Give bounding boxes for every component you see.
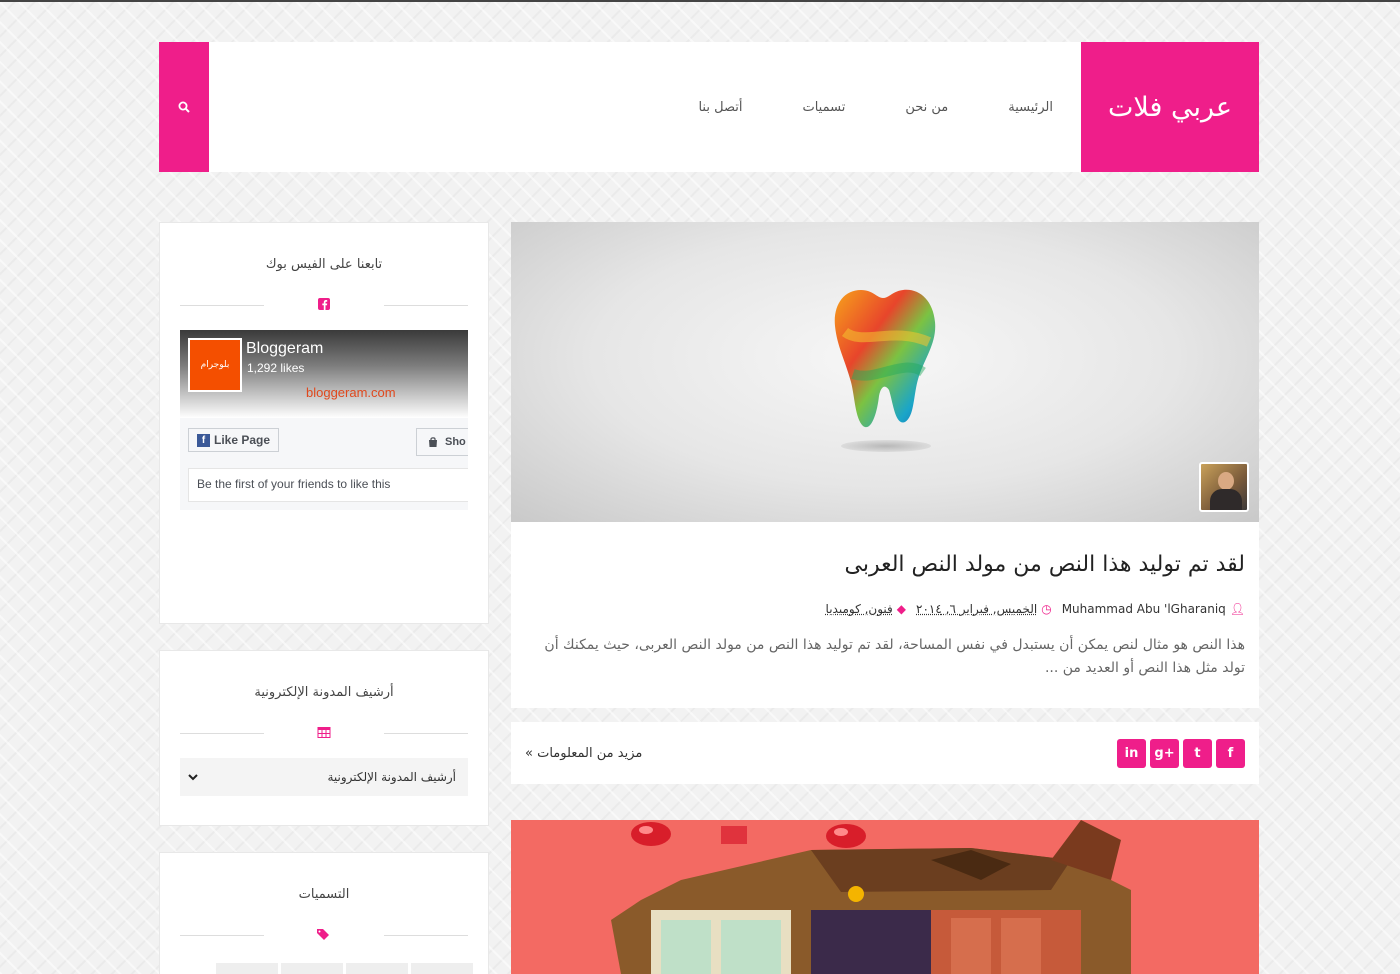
post-body: لقد تم توليد هذا النص من مولد النص العرب… — [511, 522, 1259, 708]
tooth-shadow — [841, 440, 931, 452]
read-more-link[interactable]: مزيد من المعلومات » — [525, 746, 642, 761]
tag-icon: ◆ — [896, 602, 907, 616]
post-labels[interactable]: فنون, كوميديا — [826, 602, 893, 616]
facebook-widget-title: تابعنا على الفيس بوك — [265, 257, 383, 272]
archive-widget: أرشيف المدونة الإلكترونية أرشيف المدونة … — [159, 650, 489, 826]
author-avatar[interactable] — [1199, 462, 1249, 512]
nav-labels[interactable]: تسميات — [802, 100, 845, 115]
clock-icon: ◷ — [1041, 602, 1052, 616]
post-author[interactable]: Muhammad Abu 'lGharaniq — [1062, 602, 1226, 616]
like-button-label: Like Page — [214, 433, 271, 447]
nav-home[interactable]: الرئيسية — [1008, 100, 1053, 115]
labels-widget: التسميات — [159, 852, 489, 974]
main-nav: الرئيسية من نحن تسميات أتصل بنا — [638, 42, 1081, 172]
label-cloud — [216, 963, 473, 974]
label-tag[interactable] — [216, 963, 278, 974]
nav-about[interactable]: من نحن — [905, 100, 948, 115]
facebook-like-button[interactable]: f Like Page — [188, 428, 280, 452]
facebook-widget: تابعنا على الفيس بوك بلوجرام Bloggeram 1… — [159, 222, 489, 624]
tooth-logo-icon — [834, 289, 936, 428]
calendar-icon — [317, 726, 331, 741]
site-logo[interactable]: عربي فلات — [1081, 42, 1259, 172]
post-card: لقد تم توليد هذا النص من مولد النص العرب… — [511, 222, 1259, 708]
facebook-friends-text: Be the first of your friends to like thi… — [188, 468, 468, 502]
widget-divider — [180, 726, 468, 740]
top-bar — [0, 0, 1400, 2]
vehicle-illustration — [611, 820, 1131, 974]
widget-divider — [180, 298, 468, 312]
site-header: الرئيسية من نحن تسميات أتصل بنا عربي فلا… — [159, 42, 1259, 172]
post-meta: 👤︎ Muhammad Abu 'lGharaniq ◷ الخميس, فبر… — [525, 602, 1245, 616]
facebook-shop-button[interactable]: Sho — [416, 428, 468, 456]
archive-widget-title: أرشيف المدونة الإلكترونية — [254, 685, 394, 700]
label-tag[interactable] — [411, 963, 473, 974]
widget-divider — [180, 928, 468, 942]
archive-select-value: أرشيف المدونة الإلكترونية — [327, 770, 456, 784]
archive-select[interactable]: أرشيف المدونة الإلكترونية — [180, 758, 468, 796]
nav-contact[interactable]: أتصل بنا — [698, 100, 742, 115]
tags-icon — [317, 928, 331, 943]
facebook-page-name[interactable]: Bloggeram — [246, 340, 323, 358]
post-excerpt: هذا النص هو مثال لنص يمكن أن يستبدل في ن… — [544, 637, 1245, 676]
label-tag[interactable] — [281, 963, 343, 974]
google-plus-icon[interactable]: g+ — [1150, 738, 1179, 768]
share-bar: مزيد من المعلومات » in g+ t f — [511, 722, 1259, 784]
facebook-page-plugin: بلوجرام Bloggeram 1,292 likes bloggeram.… — [180, 330, 468, 510]
facebook-square-icon — [318, 298, 330, 313]
linkedin-icon[interactable]: in — [1117, 738, 1146, 768]
post-thumbnail-2[interactable] — [511, 820, 1259, 974]
facebook-f-icon: f — [197, 433, 210, 447]
post-title[interactable]: لقد تم توليد هذا النص من مولد النص العرب… — [525, 550, 1245, 580]
post-thumbnail[interactable] — [511, 222, 1259, 522]
search-button[interactable] — [159, 42, 209, 172]
facebook-page-logo[interactable]: بلوجرام — [188, 338, 242, 392]
post-date[interactable]: الخميس, فبراير ٦, ٢٠١٤ — [916, 602, 1037, 616]
user-icon: 👤︎ — [1229, 602, 1245, 616]
chevron-down-icon — [188, 770, 198, 784]
facebook-likes-count: 1,292 likes — [247, 361, 305, 375]
facebook-page-url: bloggeram.com — [306, 385, 396, 400]
social-share: in g+ t f — [1117, 738, 1245, 768]
shopping-bag-icon — [429, 437, 437, 447]
shop-button-label: Sho — [445, 436, 466, 448]
facebook-icon[interactable]: f — [1216, 738, 1245, 768]
labels-widget-title: التسميات — [298, 887, 350, 902]
label-tag[interactable] — [346, 963, 408, 974]
search-icon — [178, 101, 190, 113]
twitter-icon[interactable]: t — [1183, 738, 1212, 768]
